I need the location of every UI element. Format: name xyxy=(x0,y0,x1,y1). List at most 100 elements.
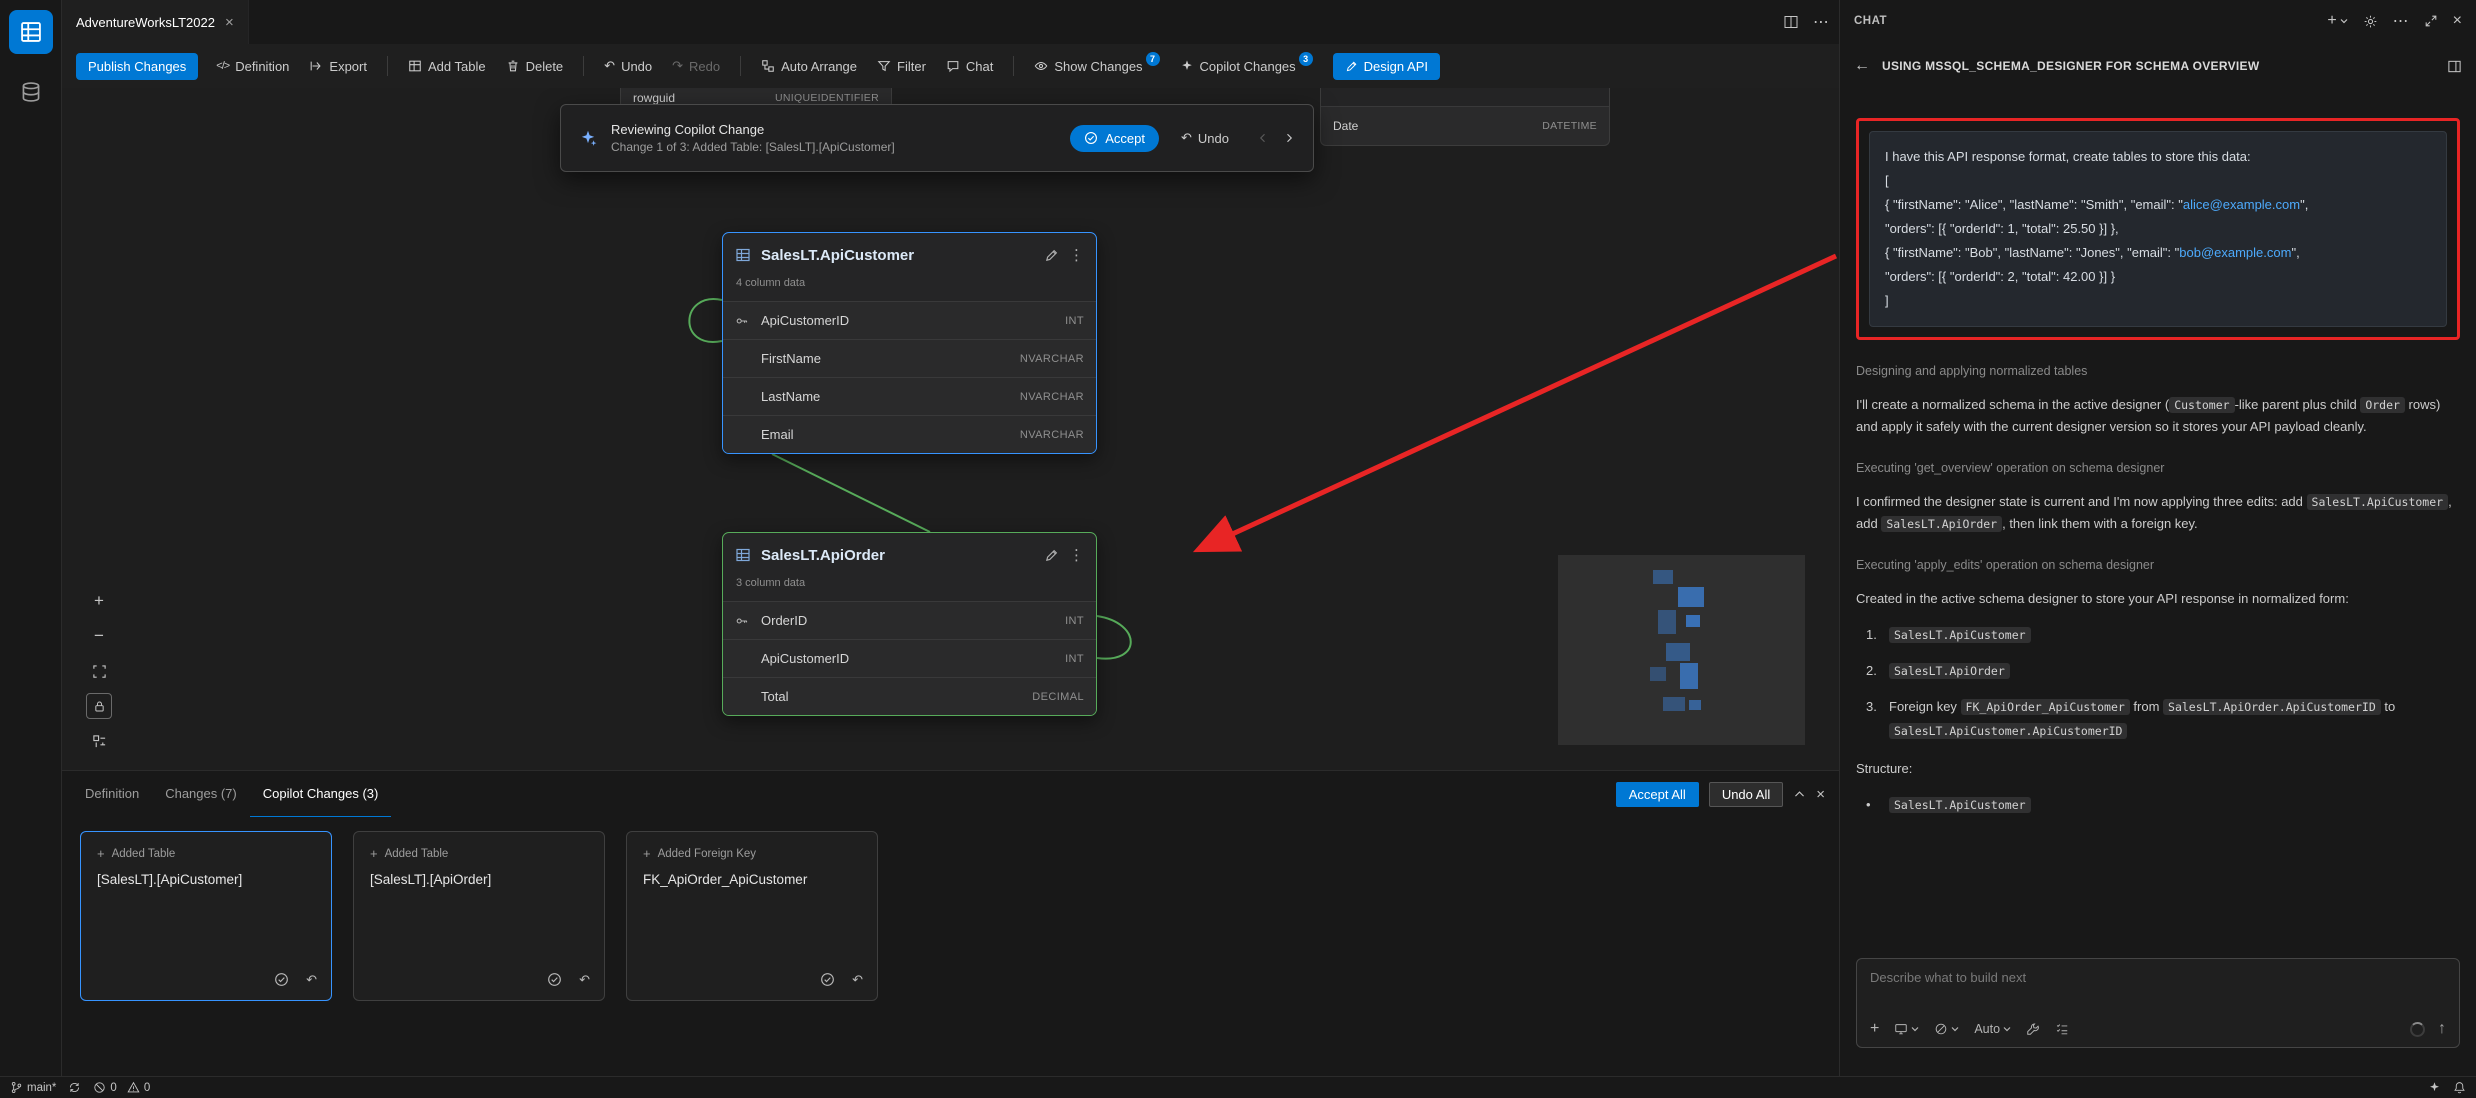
chevron-down-icon xyxy=(2340,17,2348,25)
reset-layout-button[interactable] xyxy=(86,728,112,754)
edit-table-icon[interactable] xyxy=(1044,248,1059,263)
chat-input-box[interactable]: + Auto ↑ xyxy=(1856,958,2460,1048)
activity-item-schema-designer[interactable] xyxy=(9,10,53,54)
tab-close-icon[interactable]: × xyxy=(225,15,234,30)
added-icon: + xyxy=(643,847,651,860)
editor-more-actions-icon[interactable]: ⋯ xyxy=(1813,12,1829,32)
tool-execution-text: Executing 'apply_edits' operation on sch… xyxy=(1856,558,2460,572)
change-name: [SalesLT].[ApiCustomer] xyxy=(97,872,315,887)
notifications-bell-icon[interactable] xyxy=(2453,1081,2466,1094)
change-kind: Added Table xyxy=(112,848,176,860)
split-editor-icon[interactable] xyxy=(1783,14,1799,30)
expand-panel-icon[interactable] xyxy=(2424,14,2438,28)
accept-change-icon[interactable] xyxy=(820,972,835,988)
mode-picker-icon[interactable] xyxy=(1934,1022,1959,1036)
collapse-panel-icon[interactable] xyxy=(1793,788,1806,801)
zoom-in-button[interactable]: + xyxy=(86,588,112,614)
table-node-apiorder[interactable]: SalesLT.ApiOrder ⋮ 3 column data OrderID… xyxy=(722,532,1097,716)
activity-item-schema-explorer[interactable] xyxy=(9,70,53,114)
column-type: INT xyxy=(1065,315,1084,327)
chat-input-field[interactable] xyxy=(1870,970,2446,985)
list-marker: 3. xyxy=(1866,695,1880,742)
tab-definition[interactable]: Definition xyxy=(72,771,152,817)
next-change-icon[interactable] xyxy=(1283,132,1295,144)
definition-button[interactable]: </> Definition xyxy=(206,54,299,79)
undo-button[interactable]: ↶ Undo xyxy=(594,53,662,79)
back-icon[interactable]: ← xyxy=(1854,57,1870,75)
problems-item[interactable]: 0 0 xyxy=(93,1081,150,1094)
accept-change-icon[interactable] xyxy=(547,972,562,988)
attach-context-icon[interactable]: + xyxy=(1870,1020,1879,1038)
edit-table-icon[interactable] xyxy=(1044,548,1059,563)
undo-all-button[interactable]: Undo All xyxy=(1709,782,1783,807)
branch-icon xyxy=(10,1081,23,1094)
screen-share-icon[interactable] xyxy=(1894,1022,1919,1036)
table-icon xyxy=(735,547,751,563)
close-panel-icon[interactable]: × xyxy=(1816,786,1825,803)
undo-change-icon[interactable]: ↶ xyxy=(306,972,317,988)
redo-button[interactable]: ↷ Redo xyxy=(662,53,730,79)
chat-button[interactable]: Chat xyxy=(936,54,1003,79)
table-row[interactable]: ApiCustomerID INT xyxy=(723,301,1096,339)
table-row[interactable]: ApiCustomerID INT xyxy=(723,639,1096,677)
tab-changes[interactable]: Changes (7) xyxy=(152,771,250,817)
partial-table-right[interactable]: Date DATETIME xyxy=(1320,88,1610,146)
copilot-status-icon[interactable] xyxy=(2428,1081,2441,1094)
tools-icon[interactable] xyxy=(2026,1022,2040,1036)
bullet-list-item: • SalesLT.ApiCustomer xyxy=(1856,793,2460,816)
table-row[interactable]: OrderID INT xyxy=(723,601,1096,639)
change-card-apicustomer[interactable]: +Added Table [SalesLT].[ApiCustomer] ↶ xyxy=(80,831,332,1001)
show-changes-icon xyxy=(1034,59,1048,73)
schema-canvas[interactable]: rowguid UNIQUEIDENTIFIER Date DATETIME R… xyxy=(62,88,1839,770)
model-picker[interactable]: Auto xyxy=(1974,1022,2011,1036)
design-api-button[interactable]: Design API xyxy=(1333,53,1440,80)
filter-button[interactable]: Filter xyxy=(867,54,936,79)
list-item-text: SalesLT.ApiOrder xyxy=(1889,659,2460,682)
delete-button[interactable]: Delete xyxy=(496,54,574,79)
close-panel-icon[interactable]: × xyxy=(2453,12,2462,30)
clipped-row xyxy=(1321,88,1609,107)
show-changes-button[interactable]: Show Changes 7 xyxy=(1024,54,1169,79)
show-changes-badge: 7 xyxy=(1146,52,1160,66)
new-chat-button[interactable]: + xyxy=(2327,12,2347,30)
table-node-apicustomer[interactable]: SalesLT.ApiCustomer ⋮ 4 column data ApiC… xyxy=(722,232,1097,454)
undo-change-icon[interactable]: ↶ xyxy=(579,972,590,988)
accept-all-button[interactable]: Accept All xyxy=(1616,782,1699,807)
sync-icon[interactable] xyxy=(68,1081,81,1094)
copilot-changes-button[interactable]: Copilot Changes 3 xyxy=(1170,54,1323,79)
table-menu-icon[interactable]: ⋮ xyxy=(1069,546,1084,564)
fit-to-screen-button[interactable] xyxy=(86,658,112,684)
table-row[interactable]: FirstName NVARCHAR xyxy=(723,339,1096,377)
publish-changes-button[interactable]: Publish Changes xyxy=(76,53,198,80)
more-actions-icon[interactable]: ⋯ xyxy=(2393,11,2409,31)
zoom-out-button[interactable]: − xyxy=(86,623,112,649)
git-branch-item[interactable]: main* xyxy=(10,1081,56,1094)
accept-change-icon[interactable] xyxy=(274,972,289,988)
undo-change-button[interactable]: ↶ Undo xyxy=(1173,124,1237,152)
gear-icon[interactable] xyxy=(2363,14,2378,29)
tab-label: Changes (7) xyxy=(165,786,237,801)
previous-change-icon[interactable] xyxy=(1257,132,1269,144)
tab-copilot-changes[interactable]: Copilot Changes (3) xyxy=(250,771,392,817)
change-card-foreign-key[interactable]: +Added Foreign Key FK_ApiOrder_ApiCustom… xyxy=(626,831,878,1001)
send-icon[interactable]: ↑ xyxy=(2438,1020,2446,1038)
add-table-button[interactable]: Add Table xyxy=(398,54,496,79)
canvas-minimap[interactable] xyxy=(1558,555,1805,745)
tab-adventureworks[interactable]: AdventureWorksLT2022 × xyxy=(62,0,249,44)
tab-label: Copilot Changes (3) xyxy=(263,786,379,801)
table-row[interactable]: Total DECIMAL xyxy=(723,677,1096,715)
accept-change-button[interactable]: Accept xyxy=(1070,125,1159,152)
chat-conversation[interactable]: I have this API response format, create … xyxy=(1840,90,2476,946)
change-card-apiorder[interactable]: +Added Table [SalesLT].[ApiOrder] ↶ xyxy=(353,831,605,1001)
table-menu-icon[interactable]: ⋮ xyxy=(1069,246,1084,264)
checklist-icon[interactable] xyxy=(2055,1022,2069,1036)
column-name: Email xyxy=(761,427,1020,442)
lock-canvas-button[interactable] xyxy=(86,693,112,719)
table-row[interactable]: LastName NVARCHAR xyxy=(723,377,1096,415)
open-in-editor-icon[interactable] xyxy=(2447,59,2462,74)
auto-arrange-button[interactable]: Auto Arrange xyxy=(751,54,867,79)
export-button[interactable]: Export xyxy=(299,54,377,79)
ordered-list-item: 3. Foreign key FK_ApiOrder_ApiCustomer f… xyxy=(1856,695,2460,742)
table-row[interactable]: Email NVARCHAR xyxy=(723,415,1096,453)
undo-change-icon[interactable]: ↶ xyxy=(852,972,863,988)
